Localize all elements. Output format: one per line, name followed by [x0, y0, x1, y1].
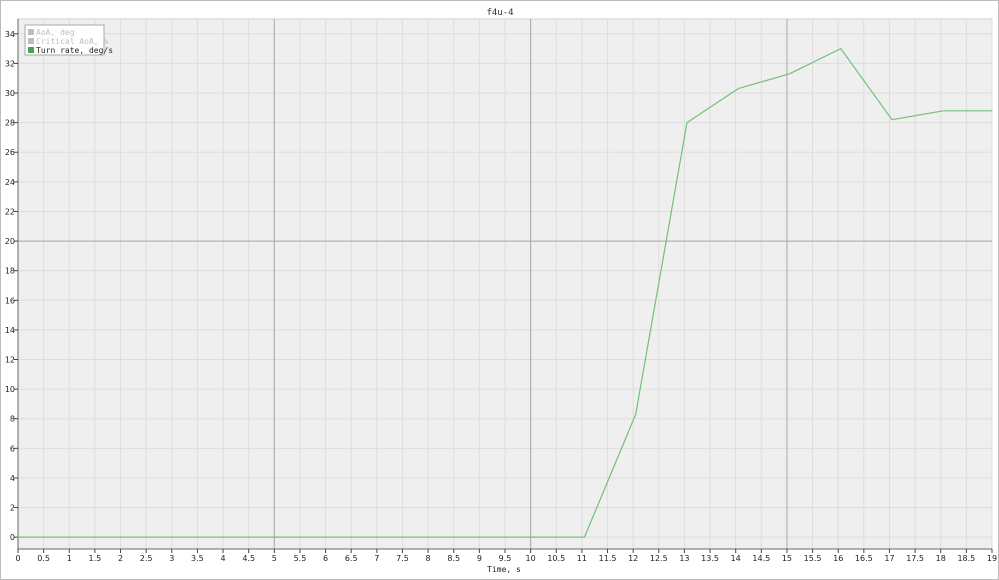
y-tick-label: 30	[5, 89, 15, 98]
y-tick-label: 10	[5, 385, 15, 394]
x-tick-label: 6.5	[345, 554, 358, 563]
x-tick-label: 18.5	[957, 554, 975, 563]
x-tick-label: 14	[731, 554, 741, 563]
x-tick-label: 0.5	[37, 554, 50, 563]
x-tick-label: 3.5	[191, 554, 204, 563]
x-tick-label: 9	[477, 554, 482, 563]
y-tick-label: 20	[5, 237, 15, 246]
x-tick-label: 5	[272, 554, 277, 563]
chart-container: 0 0.5 1 1.5 2 2.5 3 3.5 4 4.5 5 5.5 6 6.5 7 7.5 8 8.5 9 9.5…	[0, 0, 999, 580]
x-tick-label: 8	[426, 554, 431, 563]
x-tick-label: 4.5	[242, 554, 255, 563]
legend-swatch-2	[28, 38, 34, 44]
y-tick-label: 22	[5, 207, 15, 216]
x-tick-label: 1.5	[89, 554, 102, 563]
x-tick-label: 10.5	[547, 554, 565, 563]
chart-title: f4u-4	[486, 8, 513, 18]
y-tick-label: 8	[10, 415, 15, 424]
x-tick-label: 6	[323, 554, 328, 563]
x-tick-label: 17	[884, 554, 894, 563]
y-tick-label: 32	[5, 59, 15, 68]
x-tick-label: 15.5	[804, 554, 822, 563]
turn-rate-chart: 0 0.5 1 1.5 2 2.5 3 3.5 4 4.5 5 5.5 6 6.5 7 7.5 8 8.5 9 9.5…	[5, 8, 997, 574]
y-tick-label: 26	[5, 148, 15, 157]
y-tick-label: 0	[10, 533, 15, 542]
x-tick-label: 7	[374, 554, 379, 563]
x-tick-label: 8.5	[447, 554, 460, 563]
x-tick-label: 2	[118, 554, 123, 563]
y-tick-label: 12	[5, 356, 15, 365]
x-tick-label: 17.5	[906, 554, 924, 563]
y-tick-label: 4	[10, 474, 15, 483]
x-tick-label: 0	[15, 554, 20, 563]
x-tick-label: 16	[833, 554, 843, 563]
x-tick-label: 11.5	[599, 554, 617, 563]
x-tick-label: 4	[221, 554, 226, 563]
x-tick-label: 13.5	[701, 554, 719, 563]
y-tick-label: 24	[5, 178, 15, 187]
x-tick-label: 11	[577, 554, 587, 563]
legend-label-1: AoA, deg	[36, 28, 75, 37]
x-tick-label: 12.5	[650, 554, 668, 563]
x-tick-label: 7.5	[396, 554, 409, 563]
y-tick-label: 18	[5, 267, 15, 276]
x-tick-label: 1	[67, 554, 72, 563]
x-tick-label: 16.5	[855, 554, 873, 563]
x-tick-label: 18	[936, 554, 946, 563]
x-tick-label: 5.5	[294, 554, 307, 563]
y-tick-label: 2	[10, 504, 15, 513]
y-tick-label: 14	[5, 326, 15, 335]
y-tick-label: 6	[10, 444, 15, 453]
x-tick-label: 10	[526, 554, 536, 563]
x-axis-title: Time, s	[487, 565, 521, 574]
legend-layer: AoA, degCritical AoA, %Turn rate, deg/s	[24, 24, 113, 56]
x-tick-label: 14.5	[752, 554, 770, 563]
y-tick-label: 34	[5, 30, 15, 39]
legend-label-3: Turn rate, deg/s	[36, 46, 113, 55]
x-tick-label: 15	[782, 554, 792, 563]
x-tick-label: 12	[628, 554, 638, 563]
x-tick-label: 19	[987, 554, 997, 563]
y-tick-label: 16	[5, 296, 15, 305]
legend-swatch-3	[28, 47, 34, 53]
x-tick-label: 3	[169, 554, 174, 563]
y-tick-label: 28	[5, 119, 15, 128]
x-tick-label: 2.5	[140, 554, 153, 563]
x-tick-label: 9.5	[499, 554, 512, 563]
x-tick-label: 13	[679, 554, 689, 563]
legend-swatch-1	[28, 29, 34, 35]
legend-label-2: Critical AoA, %	[36, 37, 108, 46]
